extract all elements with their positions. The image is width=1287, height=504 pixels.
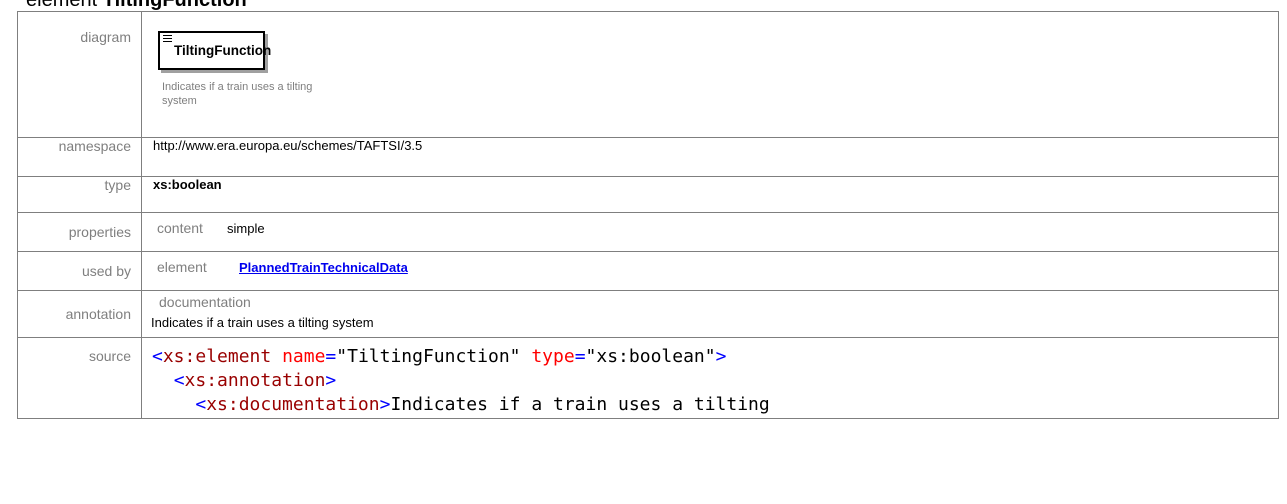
row-source: source <xs:element name="TiltingFunction… (17, 337, 1279, 419)
properties-key: content (157, 220, 203, 236)
row-properties: properties content simple (17, 212, 1279, 252)
sequence-lines-icon (163, 35, 172, 44)
row-namespace: namespace http://www.era.europa.eu/schem… (17, 137, 1279, 177)
annotation-value: Indicates if a train uses a tilting syst… (151, 315, 374, 330)
source-code: <xs:element name="TiltingFunction" type=… (152, 346, 770, 415)
row-used-by: used by element PlannedTrainTechnicalData (17, 251, 1279, 291)
label-used-by: used by (17, 251, 142, 291)
namespace-value: http://www.era.europa.eu/schemes/TAFTSI/… (141, 137, 1279, 177)
label-diagram: diagram (17, 11, 142, 138)
properties-cell: content simple (141, 212, 1279, 252)
diagram-documentation: Indicates if a train uses a tilting syst… (162, 81, 313, 107)
label-source: source (17, 337, 142, 419)
row-annotation: annotation documentation Indicates if a … (17, 290, 1279, 338)
annotation-key: documentation (159, 294, 251, 310)
label-annotation: annotation (17, 290, 142, 338)
row-type: type xs:boolean (17, 176, 1279, 213)
diagram-element-box[interactable]: TiltingFunction (158, 31, 271, 70)
label-properties: properties (17, 212, 142, 252)
used-by-cell: element PlannedTrainTechnicalData (141, 251, 1279, 291)
label-type: type (17, 176, 142, 213)
used-by-key: element (157, 259, 207, 275)
diagram-element-name: TiltingFunction (174, 43, 272, 58)
element-properties-table: diagram namespace http://www.era.europa.… (17, 11, 1279, 419)
heading-prefix: element (26, 0, 103, 11)
properties-value: simple (227, 221, 265, 236)
type-value: xs:boolean (141, 176, 1279, 213)
annotation-cell: documentation Indicates if a train uses … (141, 290, 1279, 338)
source-cell: <xs:element name="TiltingFunction" type=… (141, 337, 1279, 419)
heading-element-name: TiltingFunction (102, 0, 247, 11)
diagram-cell (141, 11, 1279, 138)
used-by-link[interactable]: PlannedTrainTechnicalData (239, 260, 408, 275)
label-namespace: namespace (17, 137, 142, 177)
